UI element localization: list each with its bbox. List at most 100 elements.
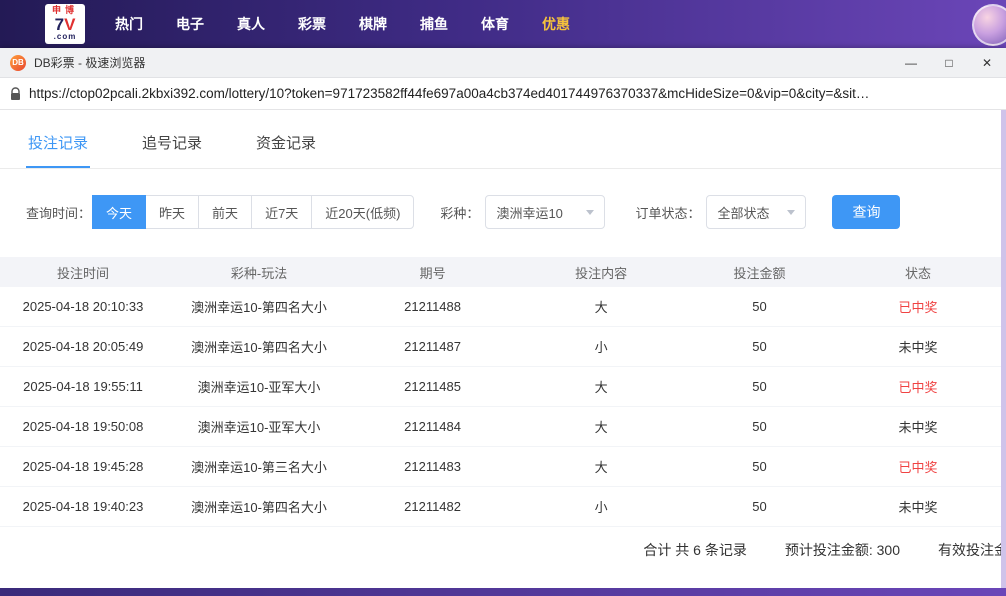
filter-bar: 查询时间： 今天昨天前天近7天近20天(低频) 彩种： 澳洲幸运10 订单状态：… bbox=[26, 195, 1006, 229]
table-header-cell: 状态 bbox=[830, 263, 1006, 282]
url-text: https://ctop02pcali.2kbxi392.com/lottery… bbox=[29, 86, 869, 101]
close-button[interactable]: ✕ bbox=[968, 48, 1006, 78]
site-nav-item[interactable]: 电子 bbox=[176, 14, 204, 34]
time-filter-button[interactable]: 今天 bbox=[92, 195, 146, 229]
summary-total: 合计 共 6 条记录 bbox=[643, 540, 746, 560]
lock-icon bbox=[10, 87, 21, 101]
table-row[interactable]: 2025-04-18 20:05:49 澳洲幸运10-第四名大小 2121148… bbox=[0, 327, 1006, 367]
record-tab[interactable]: 资金记录 bbox=[254, 128, 318, 168]
cell-bet-time: 2025-04-18 19:50:08 bbox=[0, 419, 166, 434]
lottery-select[interactable]: 澳洲幸运10 bbox=[485, 195, 605, 229]
window-titlebar: DB DB彩票 - 极速浏览器 — □ ✕ bbox=[0, 48, 1006, 78]
site-nav-item[interactable]: 真人 bbox=[237, 14, 265, 34]
cell-issue-number: 21211485 bbox=[352, 379, 513, 394]
table-row[interactable]: 2025-04-18 19:50:08 澳洲幸运10-亚军大小 21211484… bbox=[0, 407, 1006, 447]
table-header-row: 投注时间彩种-玩法期号投注内容投注金额状态 bbox=[0, 257, 1006, 287]
cell-game-play: 澳洲幸运10-第三名大小 bbox=[166, 457, 352, 476]
cell-bet-content: 小 bbox=[513, 337, 689, 356]
site-nav-item[interactable]: 热门 bbox=[115, 14, 143, 34]
order-status-select-value: 全部状态 bbox=[717, 203, 769, 222]
cell-status: 已中奖 bbox=[830, 457, 1006, 476]
site-nav-item[interactable]: 捕鱼 bbox=[420, 14, 448, 34]
cell-issue-number: 21211482 bbox=[352, 499, 513, 514]
lottery-filter-label: 彩种： bbox=[440, 203, 479, 222]
cell-bet-time: 2025-04-18 19:40:23 bbox=[0, 499, 166, 514]
chevron-down-icon bbox=[586, 210, 594, 215]
record-tab[interactable]: 投注记录 bbox=[26, 128, 90, 168]
summary-valid-amount: 有效投注金额 bbox=[938, 540, 1006, 560]
time-filter-button[interactable]: 近7天 bbox=[251, 195, 312, 229]
table-header-cell: 投注时间 bbox=[0, 263, 166, 282]
site-nav-items: 热门 电子 真人 彩票 棋牌 捕鱼 体育 优惠 bbox=[115, 14, 570, 34]
screen: 申博 7V .com 热门 电子 真人 彩票 棋牌 捕鱼 体育 优惠 DB DB彩票 - 极速… bbox=[0, 0, 1006, 596]
cell-bet-amount: 50 bbox=[689, 499, 830, 514]
lottery-records-page: 投注记录 追号记录 资金记录 查询时间： 今天昨天前天近7天近20天(低频) 彩种：… bbox=[0, 110, 1006, 588]
site-logo-main: 7V bbox=[55, 16, 76, 34]
table-row[interactable]: 2025-04-18 20:10:33 澳洲幸运10-第四名大小 2121148… bbox=[0, 287, 1006, 327]
maximize-icon: □ bbox=[945, 56, 952, 70]
table-header-cell: 投注内容 bbox=[513, 263, 689, 282]
minimize-button[interactable]: — bbox=[892, 48, 930, 78]
window-controls: — □ ✕ bbox=[892, 48, 1006, 78]
time-filter-group: 今天昨天前天近7天近20天(低频) bbox=[93, 195, 414, 229]
table-header-cell: 期号 bbox=[352, 263, 513, 282]
site-logo[interactable]: 申博 7V .com bbox=[45, 4, 85, 44]
table-body: 2025-04-18 20:10:33 澳洲幸运10-第四名大小 2121148… bbox=[0, 287, 1006, 527]
order-status-select[interactable]: 全部状态 bbox=[706, 195, 806, 229]
cell-bet-content: 大 bbox=[513, 297, 689, 316]
cell-bet-content: 大 bbox=[513, 457, 689, 476]
cell-issue-number: 21211484 bbox=[352, 419, 513, 434]
record-tabs: 投注记录 追号记录 资金记录 bbox=[0, 110, 1006, 169]
site-nav-item[interactable]: 体育 bbox=[481, 14, 509, 34]
cell-status: 未中奖 bbox=[830, 497, 1006, 516]
cell-bet-amount: 50 bbox=[689, 339, 830, 354]
table-row[interactable]: 2025-04-18 19:40:23 澳洲幸运10-第四名大小 2121148… bbox=[0, 487, 1006, 527]
lottery-select-value: 澳洲幸运10 bbox=[496, 203, 562, 222]
minimize-icon: — bbox=[905, 56, 917, 70]
cell-bet-time: 2025-04-18 19:55:11 bbox=[0, 379, 166, 394]
browser-app-icon: DB bbox=[10, 55, 26, 71]
table-header-cell: 彩种-玩法 bbox=[166, 263, 352, 282]
maximize-button[interactable]: □ bbox=[930, 48, 968, 78]
cell-bet-content: 大 bbox=[513, 377, 689, 396]
cell-bet-time: 2025-04-18 19:45:28 bbox=[0, 459, 166, 474]
site-nav-item[interactable]: 棋牌 bbox=[359, 14, 387, 34]
table-row[interactable]: 2025-04-18 19:45:28 澳洲幸运10-第三名大小 2121148… bbox=[0, 447, 1006, 487]
summary-bar: 合计 共 6 条记录 预计投注金额: 300 有效投注金额 bbox=[0, 529, 1006, 571]
close-icon: ✕ bbox=[982, 56, 992, 70]
cell-bet-amount: 50 bbox=[689, 379, 830, 394]
cell-bet-time: 2025-04-18 20:10:33 bbox=[0, 299, 166, 314]
cell-bet-amount: 50 bbox=[689, 299, 830, 314]
avatar[interactable] bbox=[972, 4, 1006, 46]
site-top-nav: 申博 7V .com 热门 电子 真人 彩票 棋牌 捕鱼 体育 优惠 bbox=[0, 0, 1006, 48]
address-bar[interactable]: https://ctop02pcali.2kbxi392.com/lottery… bbox=[0, 78, 1006, 110]
cell-issue-number: 21211483 bbox=[352, 459, 513, 474]
time-filter-label: 查询时间： bbox=[26, 203, 91, 222]
site-nav-item[interactable]: 优惠 bbox=[542, 14, 570, 34]
time-filter-button[interactable]: 前天 bbox=[198, 195, 252, 229]
record-tab[interactable]: 追号记录 bbox=[140, 128, 204, 168]
table-row[interactable]: 2025-04-18 19:55:11 澳洲幸运10-亚军大小 21211485… bbox=[0, 367, 1006, 407]
cell-bet-content: 大 bbox=[513, 417, 689, 436]
cell-bet-amount: 50 bbox=[689, 459, 830, 474]
scrollbar[interactable] bbox=[1001, 110, 1006, 588]
cell-game-play: 澳洲幸运10-亚军大小 bbox=[166, 417, 352, 436]
table-header-cell: 投注金额 bbox=[689, 263, 830, 282]
cell-issue-number: 21211488 bbox=[352, 299, 513, 314]
time-filter-button[interactable]: 昨天 bbox=[145, 195, 199, 229]
order-status-filter-label: 订单状态： bbox=[635, 203, 700, 222]
cell-issue-number: 21211487 bbox=[352, 339, 513, 354]
page-bottom-edge bbox=[0, 588, 1006, 596]
cell-bet-content: 小 bbox=[513, 497, 689, 516]
query-button[interactable]: 查询 bbox=[832, 195, 900, 229]
window-title: DB彩票 - 极速浏览器 bbox=[34, 54, 145, 71]
site-nav-item[interactable]: 彩票 bbox=[298, 14, 326, 34]
cell-game-play: 澳洲幸运10-第四名大小 bbox=[166, 497, 352, 516]
bet-records-table: 投注时间彩种-玩法期号投注内容投注金额状态 2025-04-18 20:10:3… bbox=[0, 257, 1006, 527]
cell-game-play: 澳洲幸运10-第四名大小 bbox=[166, 337, 352, 356]
cell-game-play: 澳洲幸运10-亚军大小 bbox=[166, 377, 352, 396]
cell-status: 未中奖 bbox=[830, 337, 1006, 356]
cell-status: 已中奖 bbox=[830, 297, 1006, 316]
cell-bet-time: 2025-04-18 20:05:49 bbox=[0, 339, 166, 354]
time-filter-button[interactable]: 近20天(低频) bbox=[311, 195, 414, 229]
